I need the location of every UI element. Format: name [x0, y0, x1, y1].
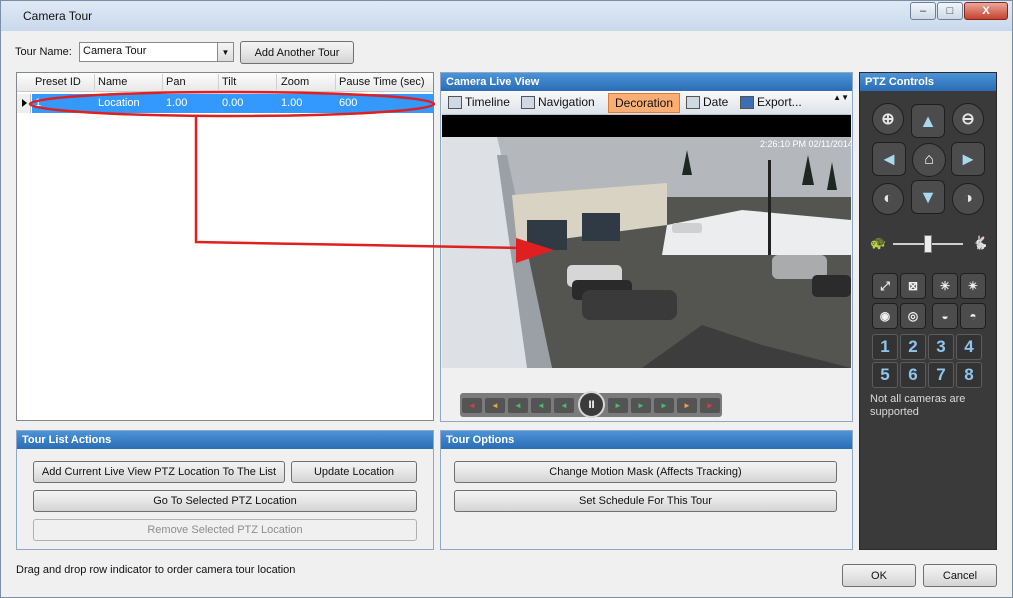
highlight-ellipse — [28, 90, 436, 118]
annotation-arrow-line — [194, 116, 522, 250]
annotation-arrowhead — [516, 238, 554, 263]
camera-tour-window: Camera Tour – □ X Tour Name: Camera Tour… — [0, 0, 1013, 598]
annotation-overlay — [28, 90, 554, 263]
